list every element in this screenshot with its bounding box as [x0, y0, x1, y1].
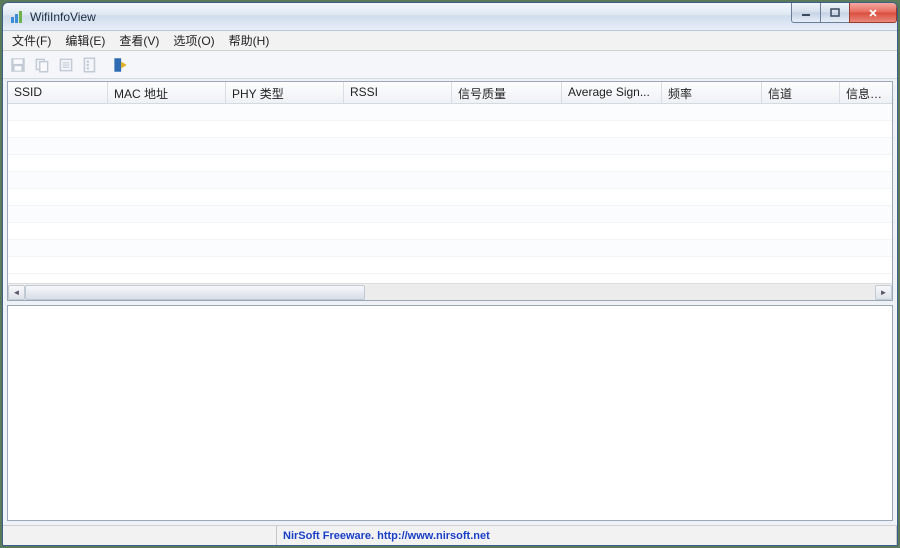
- col-channel[interactable]: 信道: [762, 82, 840, 103]
- detail-pane[interactable]: [7, 305, 893, 521]
- scroll-right-icon[interactable]: ►: [875, 285, 892, 300]
- col-avgsig[interactable]: Average Sign...: [562, 82, 662, 103]
- app-window: WifiInfoView 文件(F) 编辑(E) 查看(V) 选项(O) 帮助(…: [2, 2, 898, 546]
- list-row[interactable]: [8, 240, 892, 257]
- col-infosize[interactable]: 信息大小: [840, 82, 892, 103]
- menu-edit[interactable]: 编辑(E): [58, 30, 112, 51]
- col-quality[interactable]: 信号质量: [452, 82, 562, 103]
- wifi-list[interactable]: SSID MAC 地址 PHY 类型 RSSI 信号质量 Average Sig…: [7, 81, 893, 301]
- horizontal-scrollbar[interactable]: ◄ ►: [8, 283, 892, 300]
- menu-file[interactable]: 文件(F): [5, 30, 58, 51]
- close-button[interactable]: [849, 3, 897, 23]
- list-row[interactable]: [8, 189, 892, 206]
- title-bar[interactable]: WifiInfoView: [3, 3, 897, 31]
- list-row[interactable]: [8, 223, 892, 240]
- col-mac[interactable]: MAC 地址: [108, 82, 226, 103]
- col-ssid[interactable]: SSID: [8, 82, 108, 103]
- content-area: SSID MAC 地址 PHY 类型 RSSI 信号质量 Average Sig…: [7, 81, 893, 521]
- status-cell-main: NirSoft Freeware. http://www.nirsoft.net: [277, 526, 897, 545]
- list-row[interactable]: [8, 121, 892, 138]
- window-title: WifiInfoView: [30, 10, 96, 24]
- scroll-thumb[interactable]: [25, 285, 365, 300]
- scroll-track[interactable]: [25, 285, 875, 300]
- list-body[interactable]: [8, 104, 892, 283]
- menu-view[interactable]: 查看(V): [112, 30, 166, 51]
- window-controls: [792, 3, 897, 23]
- app-icon: [9, 9, 25, 25]
- options-icon[interactable]: [81, 56, 99, 74]
- list-row[interactable]: [8, 138, 892, 155]
- status-bar: NirSoft Freeware. http://www.nirsoft.net: [3, 525, 897, 545]
- save-icon[interactable]: [9, 56, 27, 74]
- menu-bar: 文件(F) 编辑(E) 查看(V) 选项(O) 帮助(H): [3, 31, 897, 51]
- list-row[interactable]: [8, 172, 892, 189]
- list-header: SSID MAC 地址 PHY 类型 RSSI 信号质量 Average Sig…: [8, 82, 892, 104]
- maximize-button[interactable]: [820, 3, 850, 23]
- toolbar: [3, 51, 897, 79]
- col-rssi[interactable]: RSSI: [344, 82, 452, 103]
- menu-help[interactable]: 帮助(H): [222, 30, 277, 51]
- list-row[interactable]: [8, 104, 892, 121]
- properties-icon[interactable]: [57, 56, 75, 74]
- list-row[interactable]: [8, 206, 892, 223]
- status-link[interactable]: NirSoft Freeware. http://www.nirsoft.net: [283, 530, 490, 542]
- status-cell-left: [3, 526, 277, 545]
- col-phy[interactable]: PHY 类型: [226, 82, 344, 103]
- col-freq[interactable]: 频率: [662, 82, 762, 103]
- menu-options[interactable]: 选项(O): [166, 30, 221, 51]
- scroll-left-icon[interactable]: ◄: [8, 285, 25, 300]
- list-row[interactable]: [8, 257, 892, 274]
- list-row[interactable]: [8, 155, 892, 172]
- minimize-button[interactable]: [791, 3, 821, 23]
- refresh-icon[interactable]: [111, 56, 129, 74]
- copy-icon[interactable]: [33, 56, 51, 74]
